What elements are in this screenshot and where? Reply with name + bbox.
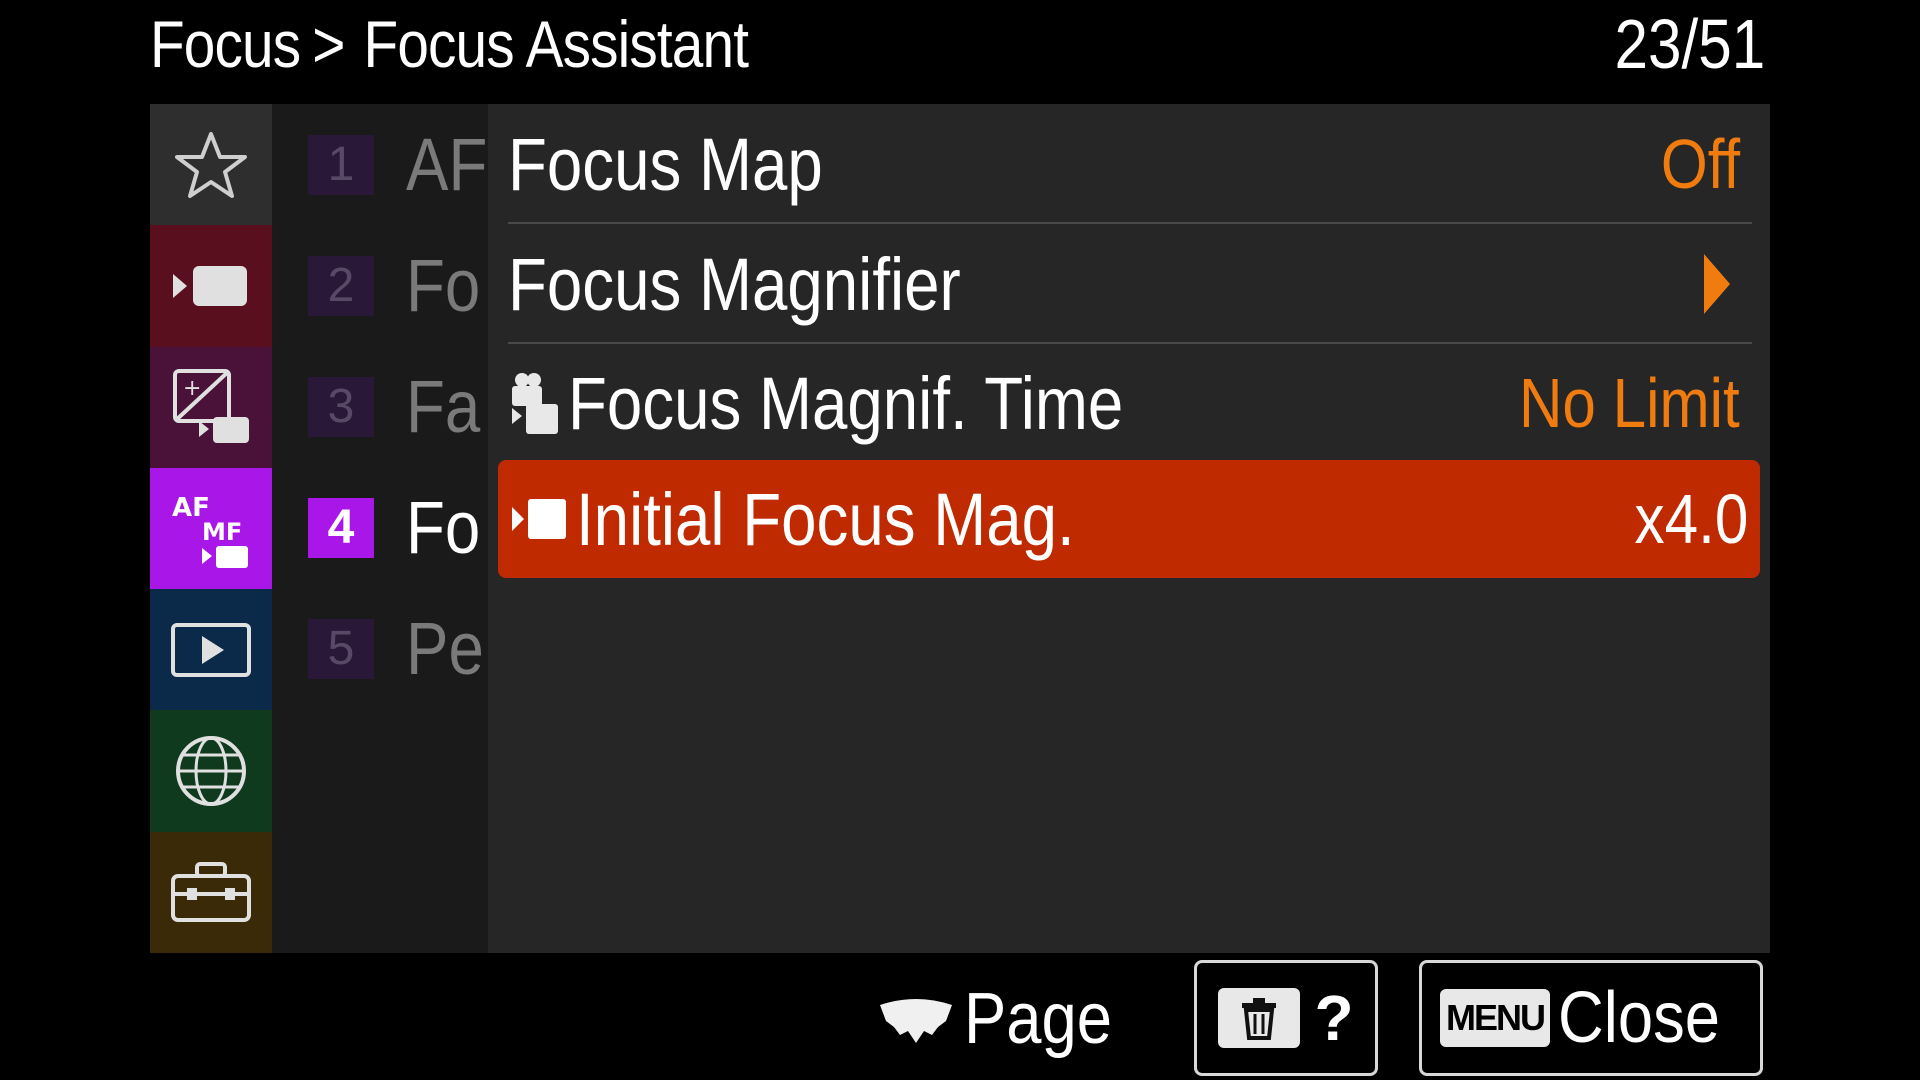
menu-key-icon: MENU — [1439, 989, 1550, 1047]
close-button[interactable]: MENU Close — [1419, 960, 1763, 1076]
page-label: Fa — [406, 365, 481, 448]
page-number: 1 — [308, 134, 374, 195]
breadcrumb: Focus > Focus Assistant — [150, 2, 749, 86]
setting-label: Focus Magnif. Time — [568, 361, 1124, 445]
delete-help-button[interactable]: ? — [1194, 960, 1378, 1076]
category-exposure-color[interactable]: + — [150, 346, 272, 468]
breadcrumb-parent: Focus — [150, 7, 301, 81]
page-label: AF — [406, 123, 488, 206]
setting-value: Off — [1660, 125, 1740, 203]
page-title: Focus Assistant — [363, 7, 749, 81]
playback-icon — [171, 622, 251, 677]
setting-label: Initial Focus Mag. — [576, 477, 1075, 561]
category-focus[interactable]: AF MF — [150, 467, 272, 590]
page-list: 1 AF 2 Fo 3 Fa 4 Fo 5 Pe — [272, 104, 488, 953]
page-number: 2 — [308, 255, 374, 316]
control-wheel-icon — [880, 999, 952, 1043]
page-number: 3 — [308, 376, 374, 437]
trash-icon — [1218, 988, 1301, 1048]
still-movie-icon — [508, 370, 562, 436]
setting-value: x4.0 — [1634, 480, 1748, 558]
page-label: Pe — [406, 607, 484, 690]
setting-label: Focus Map — [508, 122, 823, 206]
network-globe-icon — [176, 736, 246, 807]
movie-icon — [510, 495, 570, 543]
page-label: Fo — [406, 244, 481, 327]
help-label: ? — [1314, 982, 1354, 1054]
page-hint: Page — [876, 964, 1132, 1074]
page-item-5[interactable]: 5 Pe — [308, 588, 488, 709]
page-item-2[interactable]: 2 Fo — [308, 225, 488, 346]
camera-shooting-icon — [173, 265, 247, 306]
category-setup[interactable] — [150, 831, 272, 954]
page-item-4[interactable]: 4 Fo — [308, 467, 488, 588]
setting-row-focus-magnif-time[interactable]: Focus Magnif. Time No Limit — [508, 344, 1752, 462]
star-icon — [175, 131, 247, 198]
page-number: 4 — [308, 497, 374, 558]
category-my-menu[interactable] — [150, 104, 272, 226]
page-number: 5 — [308, 618, 374, 679]
setting-row-initial-focus-mag[interactable]: Initial Focus Mag. x4.0 — [498, 460, 1760, 578]
page-counter: 23/51 — [1614, 5, 1765, 83]
page-label: Fo — [406, 486, 481, 569]
af-mf-icon: AF MF — [172, 493, 248, 568]
page-hint-label: Page — [964, 979, 1112, 1059]
settings-panel: Focus Map Off Focus Magnifier Focus Magn… — [488, 104, 1770, 953]
setting-label: Focus Magnifier — [508, 242, 961, 326]
category-shooting[interactable] — [150, 225, 272, 347]
category-network[interactable] — [150, 710, 272, 832]
close-label: Close — [1557, 978, 1720, 1058]
breadcrumb-separator: > — [312, 7, 345, 81]
setting-value: No Limit — [1519, 364, 1740, 442]
exposure-color-icon: + — [173, 369, 249, 444]
page-item-1[interactable]: 1 AF — [308, 104, 488, 225]
chevron-right-icon — [1704, 254, 1730, 314]
svg-text:MF: MF — [202, 518, 242, 546]
toolbox-setup-icon — [171, 862, 251, 923]
svg-text:+: + — [183, 376, 201, 401]
category-strip: + AF MF — [150, 104, 272, 954]
setting-row-focus-map[interactable]: Focus Map Off — [508, 106, 1752, 224]
category-playback[interactable] — [150, 589, 272, 711]
page-item-3[interactable]: 3 Fa — [308, 346, 488, 467]
setting-row-focus-magnifier[interactable]: Focus Magnifier — [508, 226, 1752, 344]
